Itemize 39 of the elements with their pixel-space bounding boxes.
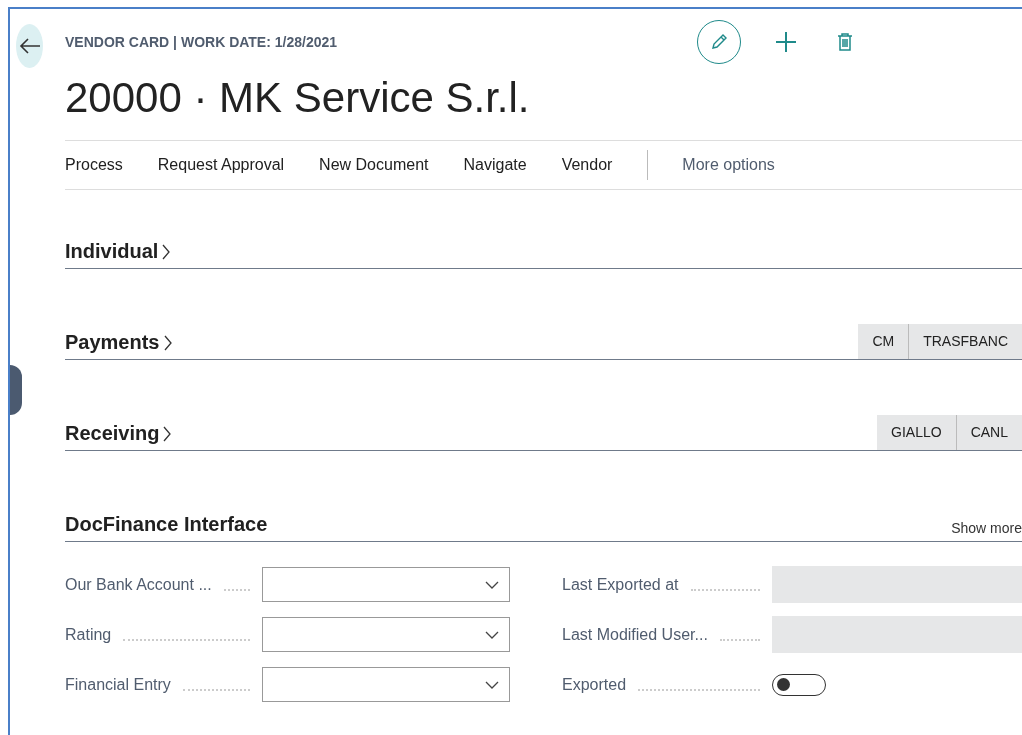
trash-icon [837, 32, 853, 52]
field-label: Last Modified User... [562, 625, 708, 644]
field-label: Exported [562, 675, 627, 694]
action-menu-item[interactable]: New Document [319, 156, 429, 174]
section-header[interactable]: DocFinance Interface [65, 513, 268, 541]
chevron-icon [162, 424, 173, 443]
action-menu-item[interactable]: Process [65, 156, 123, 174]
plus-icon [775, 31, 797, 53]
action-menu-item[interactable]: Vendor [561, 156, 613, 174]
chevron-icon [162, 333, 173, 352]
summary-tag: TRASFBANC [908, 324, 1022, 359]
action-menu-item[interactable]: Navigate [463, 156, 527, 174]
page-title: 20000 · MK Service S.r.l. [65, 73, 531, 123]
field-label: Last Exported at [562, 575, 679, 594]
action-menu-item[interactable]: Request Approval [157, 156, 285, 174]
edit-button[interactable] [697, 20, 741, 64]
section-header[interactable]: Receiving [65, 422, 173, 450]
chevron-down-icon [485, 630, 499, 639]
dropdown-field[interactable] [262, 667, 510, 702]
panel-handle[interactable] [10, 365, 22, 415]
field-label: Financial Entry [65, 675, 171, 694]
page-caption: VENDOR CARD | WORK DATE: 1/28/2021 [65, 34, 339, 50]
section-header[interactable]: Individual [65, 240, 172, 268]
chevron-down-icon [485, 680, 499, 689]
chevron-icon [161, 242, 172, 261]
back-button[interactable] [16, 24, 43, 68]
more-options-button[interactable]: More options [682, 156, 775, 174]
chevron-down-icon [485, 580, 499, 589]
field-label: Rating [65, 625, 112, 644]
pencil-icon [709, 32, 729, 52]
section-header[interactable]: Payments [65, 331, 173, 359]
field-label: Our Bank Account ... [65, 575, 212, 594]
back-arrow-icon [18, 38, 41, 54]
dropdown-field[interactable] [262, 567, 510, 602]
summary-tag: CM [858, 324, 909, 359]
summary-tag: CANL [955, 415, 1022, 450]
dropdown-field[interactable] [262, 617, 510, 652]
show-more-link[interactable]: Show more [951, 520, 1022, 541]
summary-tag: GIALLO [877, 415, 956, 450]
